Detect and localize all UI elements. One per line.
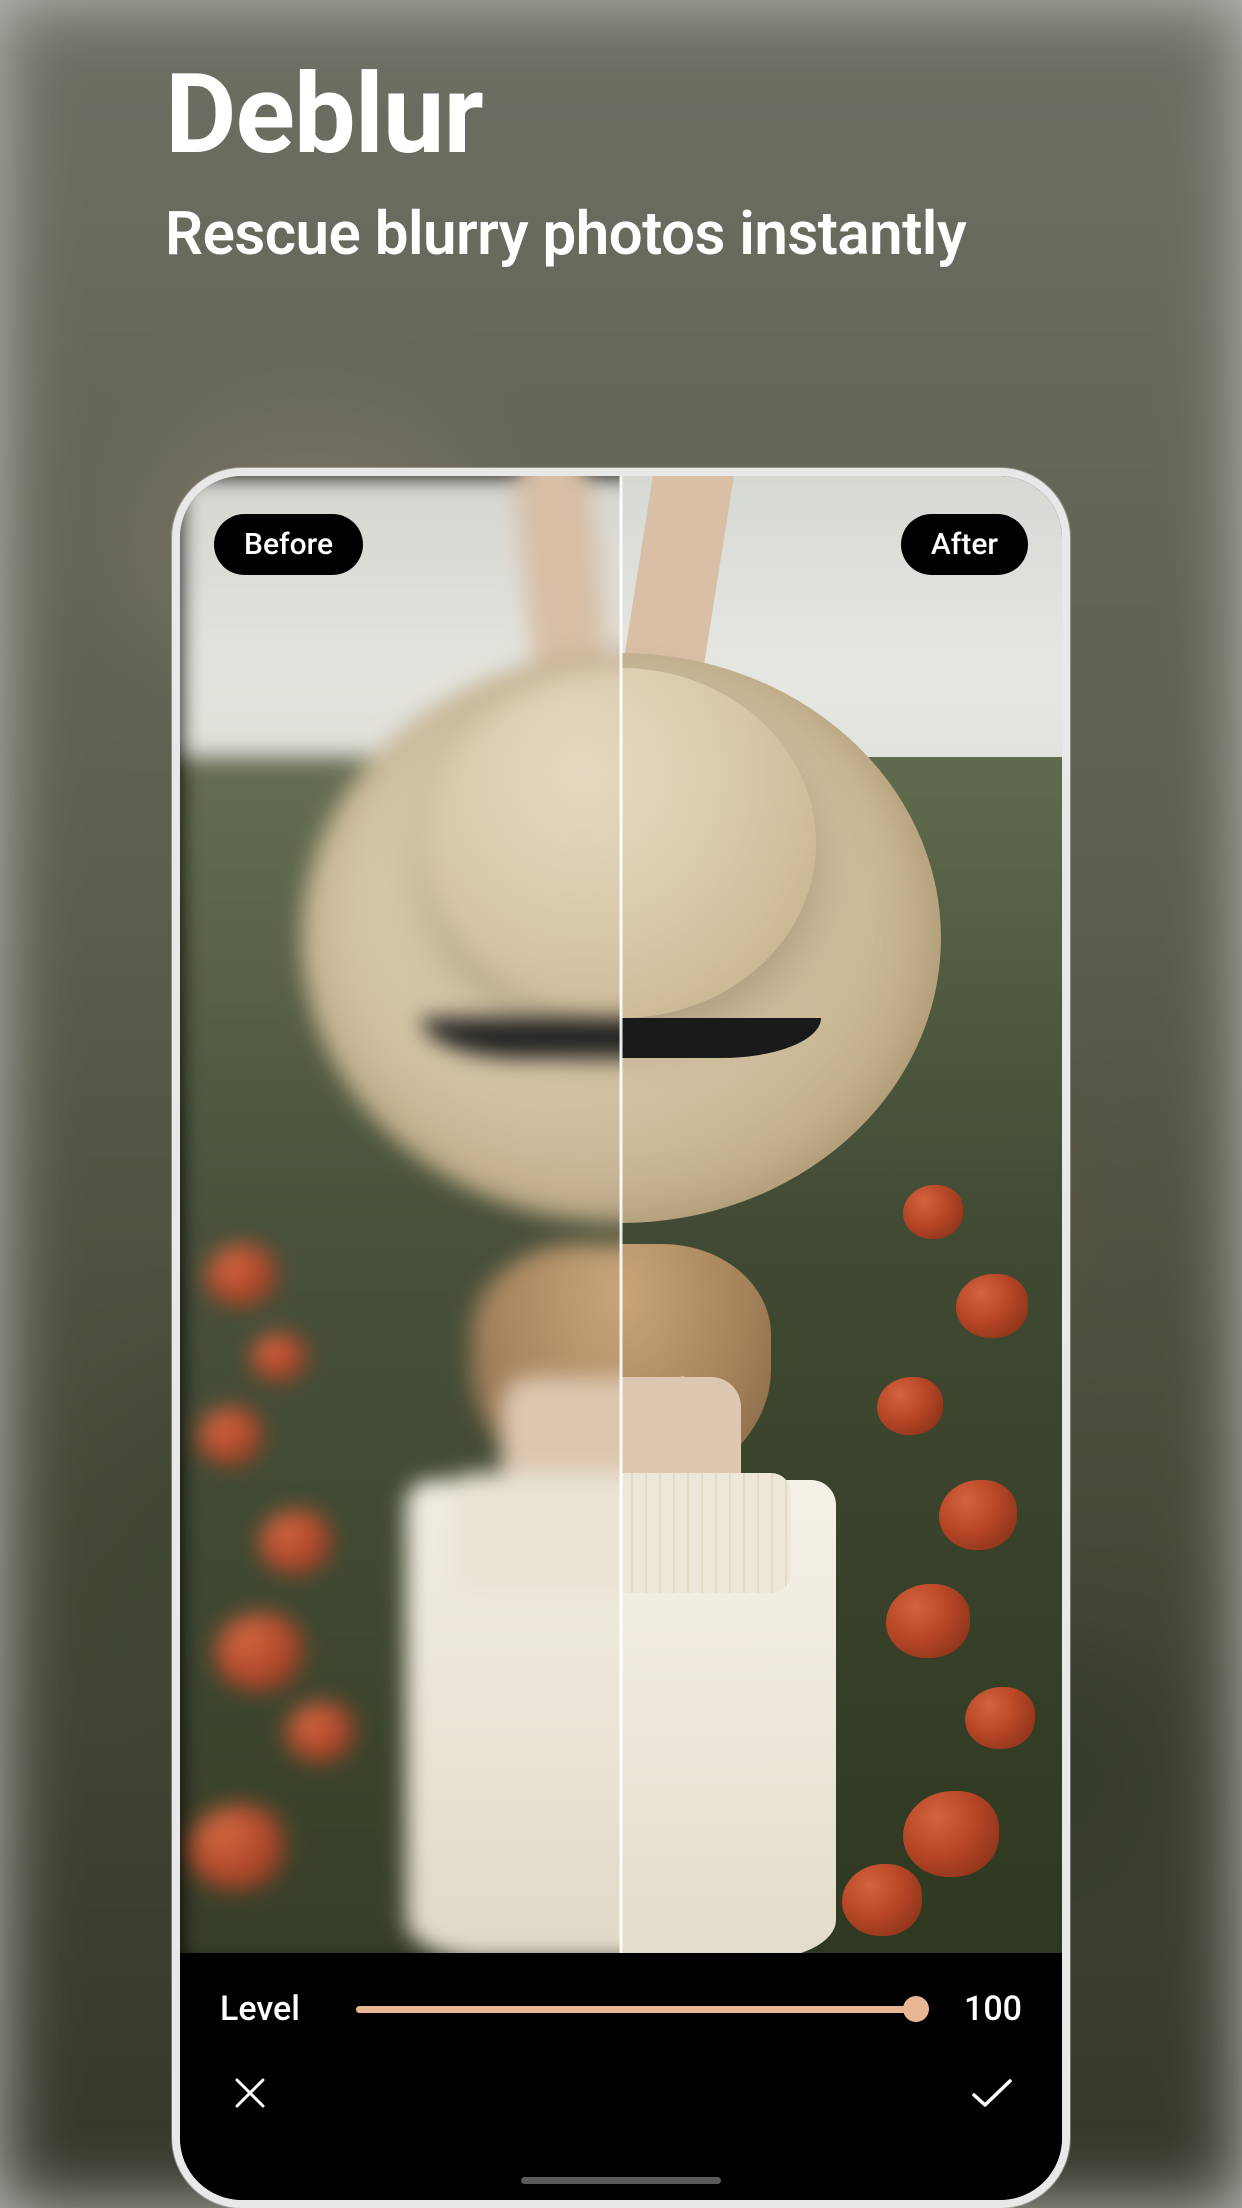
promo-header: Deblur Rescue blurry photos instantly (165, 60, 966, 270)
slider-thumb[interactable] (903, 1996, 929, 2022)
before-after-comparison[interactable]: Before After (180, 476, 1062, 1953)
before-half (180, 476, 621, 1953)
close-icon (232, 2075, 268, 2111)
photo-after (621, 476, 1062, 1953)
after-half (621, 476, 1062, 1953)
confirm-button[interactable] (968, 2069, 1016, 2117)
slider-fill (356, 2006, 916, 2013)
feature-subtitle: Rescue blurry photos instantly (165, 198, 966, 270)
level-slider[interactable] (356, 1996, 916, 2022)
feature-title: Deblur (165, 60, 966, 170)
level-value: 100 (952, 1989, 1022, 2029)
level-row: Level 100 (220, 1989, 1022, 2029)
action-row (220, 2069, 1022, 2117)
phone-mockup: Before After Level 100 (172, 468, 1070, 2208)
after-badge: After (901, 514, 1028, 575)
photo-before (180, 476, 621, 1953)
level-label: Level (220, 1989, 320, 2029)
comparison-divider[interactable] (620, 476, 623, 1953)
controls-panel: Level 100 (180, 1953, 1062, 2200)
home-indicator[interactable] (521, 2177, 721, 2184)
check-icon (970, 2075, 1014, 2111)
cancel-button[interactable] (226, 2069, 274, 2117)
before-badge: Before (214, 514, 363, 575)
